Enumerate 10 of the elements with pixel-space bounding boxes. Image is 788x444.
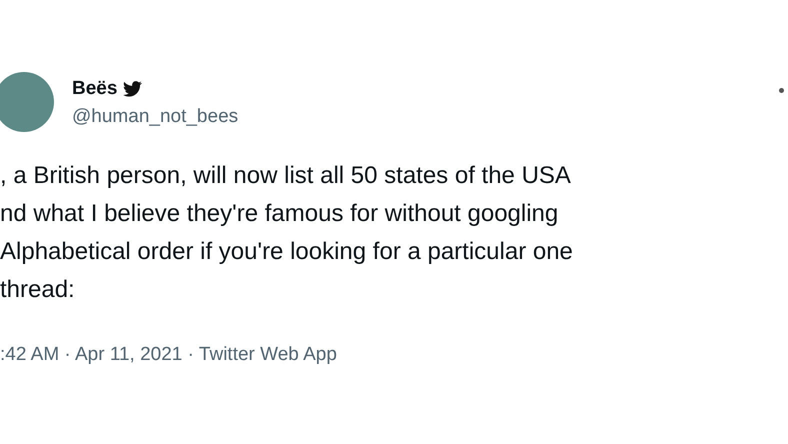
tweet-timestamp[interactable]: :42 AM · Apr 11, 2021 · Twitter Web App — [0, 344, 337, 366]
tweet-text-line: Alphabetical order if you're looking for a particular one — [0, 237, 573, 267]
tweet-text-line: , a British person, will now list all 50 states of the USA — [0, 161, 571, 191]
tweet-text-line: nd what I believe they're famous for without googling — [0, 199, 558, 229]
bird-icon — [123, 81, 142, 97]
user-handle[interactable]: @human_not_bees — [72, 106, 238, 128]
more-icon[interactable] — [779, 88, 784, 93]
display-name[interactable]: Beës — [72, 78, 118, 100]
tweet-text-line: thread: — [0, 275, 75, 305]
avatar[interactable] — [0, 72, 54, 132]
